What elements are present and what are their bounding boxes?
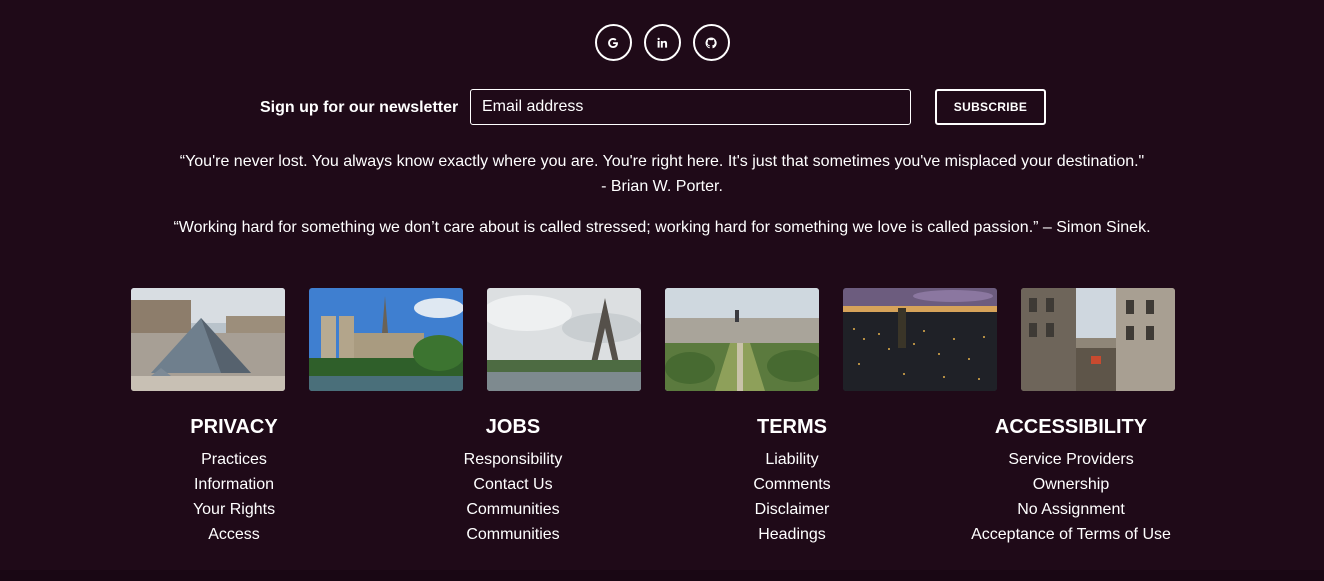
google-icon: [608, 37, 618, 48]
photo-paris-aerial: [665, 288, 819, 391]
quote-sinek: “Working hard for something we don’t car…: [0, 215, 1324, 240]
footer-link[interactable]: Responsibility: [383, 447, 643, 472]
footer-link[interactable]: Communities: [383, 497, 643, 522]
google-link[interactable]: [594, 24, 632, 61]
footer-link[interactable]: Liability: [662, 447, 922, 472]
footer-column-terms: TERMS Liability Comments Disclaimer Head…: [662, 415, 922, 547]
footer-link[interactable]: Service Providers: [941, 447, 1201, 472]
photo-eiffel-tower: [487, 288, 641, 391]
footer-column-privacy: PRIVACY Practices Information Your Right…: [104, 415, 364, 547]
footer-link[interactable]: Ownership: [941, 472, 1201, 497]
photo-notre-dame: [309, 288, 463, 391]
footer-column-accessibility: ACCESSIBILITY Service Providers Ownershi…: [941, 415, 1201, 547]
column-heading: PRIVACY: [190, 416, 278, 438]
newsletter-label: Sign up for our newsletter: [260, 99, 459, 116]
footer-column-jobs: JOBS Responsibility Contact Us Communiti…: [383, 415, 643, 547]
footer-link[interactable]: Disclaimer: [662, 497, 922, 522]
footer-link[interactable]: Comments: [662, 472, 922, 497]
footer-link[interactable]: Acceptance of Terms of Use: [941, 522, 1201, 547]
footer-link[interactable]: Your Rights: [104, 497, 364, 522]
linkedin-link[interactable]: [643, 24, 681, 61]
github-icon: [705, 36, 717, 48]
site-footer: Sign up for our newsletter SUBSCRIBE “Yo…: [0, 0, 1324, 570]
footer-link[interactable]: Access: [104, 522, 364, 547]
quote-porter: “You're never lost. You always know exac…: [0, 149, 1324, 199]
footer-link[interactable]: No Assignment: [941, 497, 1201, 522]
footer-link[interactable]: Practices: [104, 447, 364, 472]
subscribe-button[interactable]: SUBSCRIBE: [935, 89, 1046, 125]
email-input[interactable]: [470, 89, 911, 125]
photo-city-skyline-night: [843, 288, 997, 391]
quote-text: “Working hard for something we don’t car…: [173, 219, 1151, 236]
photo-paris-street: [1021, 288, 1175, 391]
column-heading: TERMS: [757, 416, 827, 438]
footer-bottom-strip: [0, 570, 1324, 581]
column-heading: JOBS: [485, 416, 541, 438]
photo-louvre-pyramid: [131, 288, 285, 391]
column-heading: ACCESSIBILITY: [994, 416, 1148, 438]
social-links: [0, 24, 1324, 61]
footer-link[interactable]: Communities: [383, 522, 643, 547]
photo-gallery: [131, 288, 1175, 391]
quote-text: “You're never lost. You always know exac…: [179, 153, 1145, 170]
footer-link[interactable]: Headings: [662, 522, 922, 547]
quote-author: - Brian W. Porter.: [601, 178, 723, 195]
linkedin-icon: [657, 37, 668, 48]
footer-link[interactable]: Information: [104, 472, 364, 497]
github-link[interactable]: [692, 24, 730, 61]
footer-link[interactable]: Contact Us: [383, 472, 643, 497]
